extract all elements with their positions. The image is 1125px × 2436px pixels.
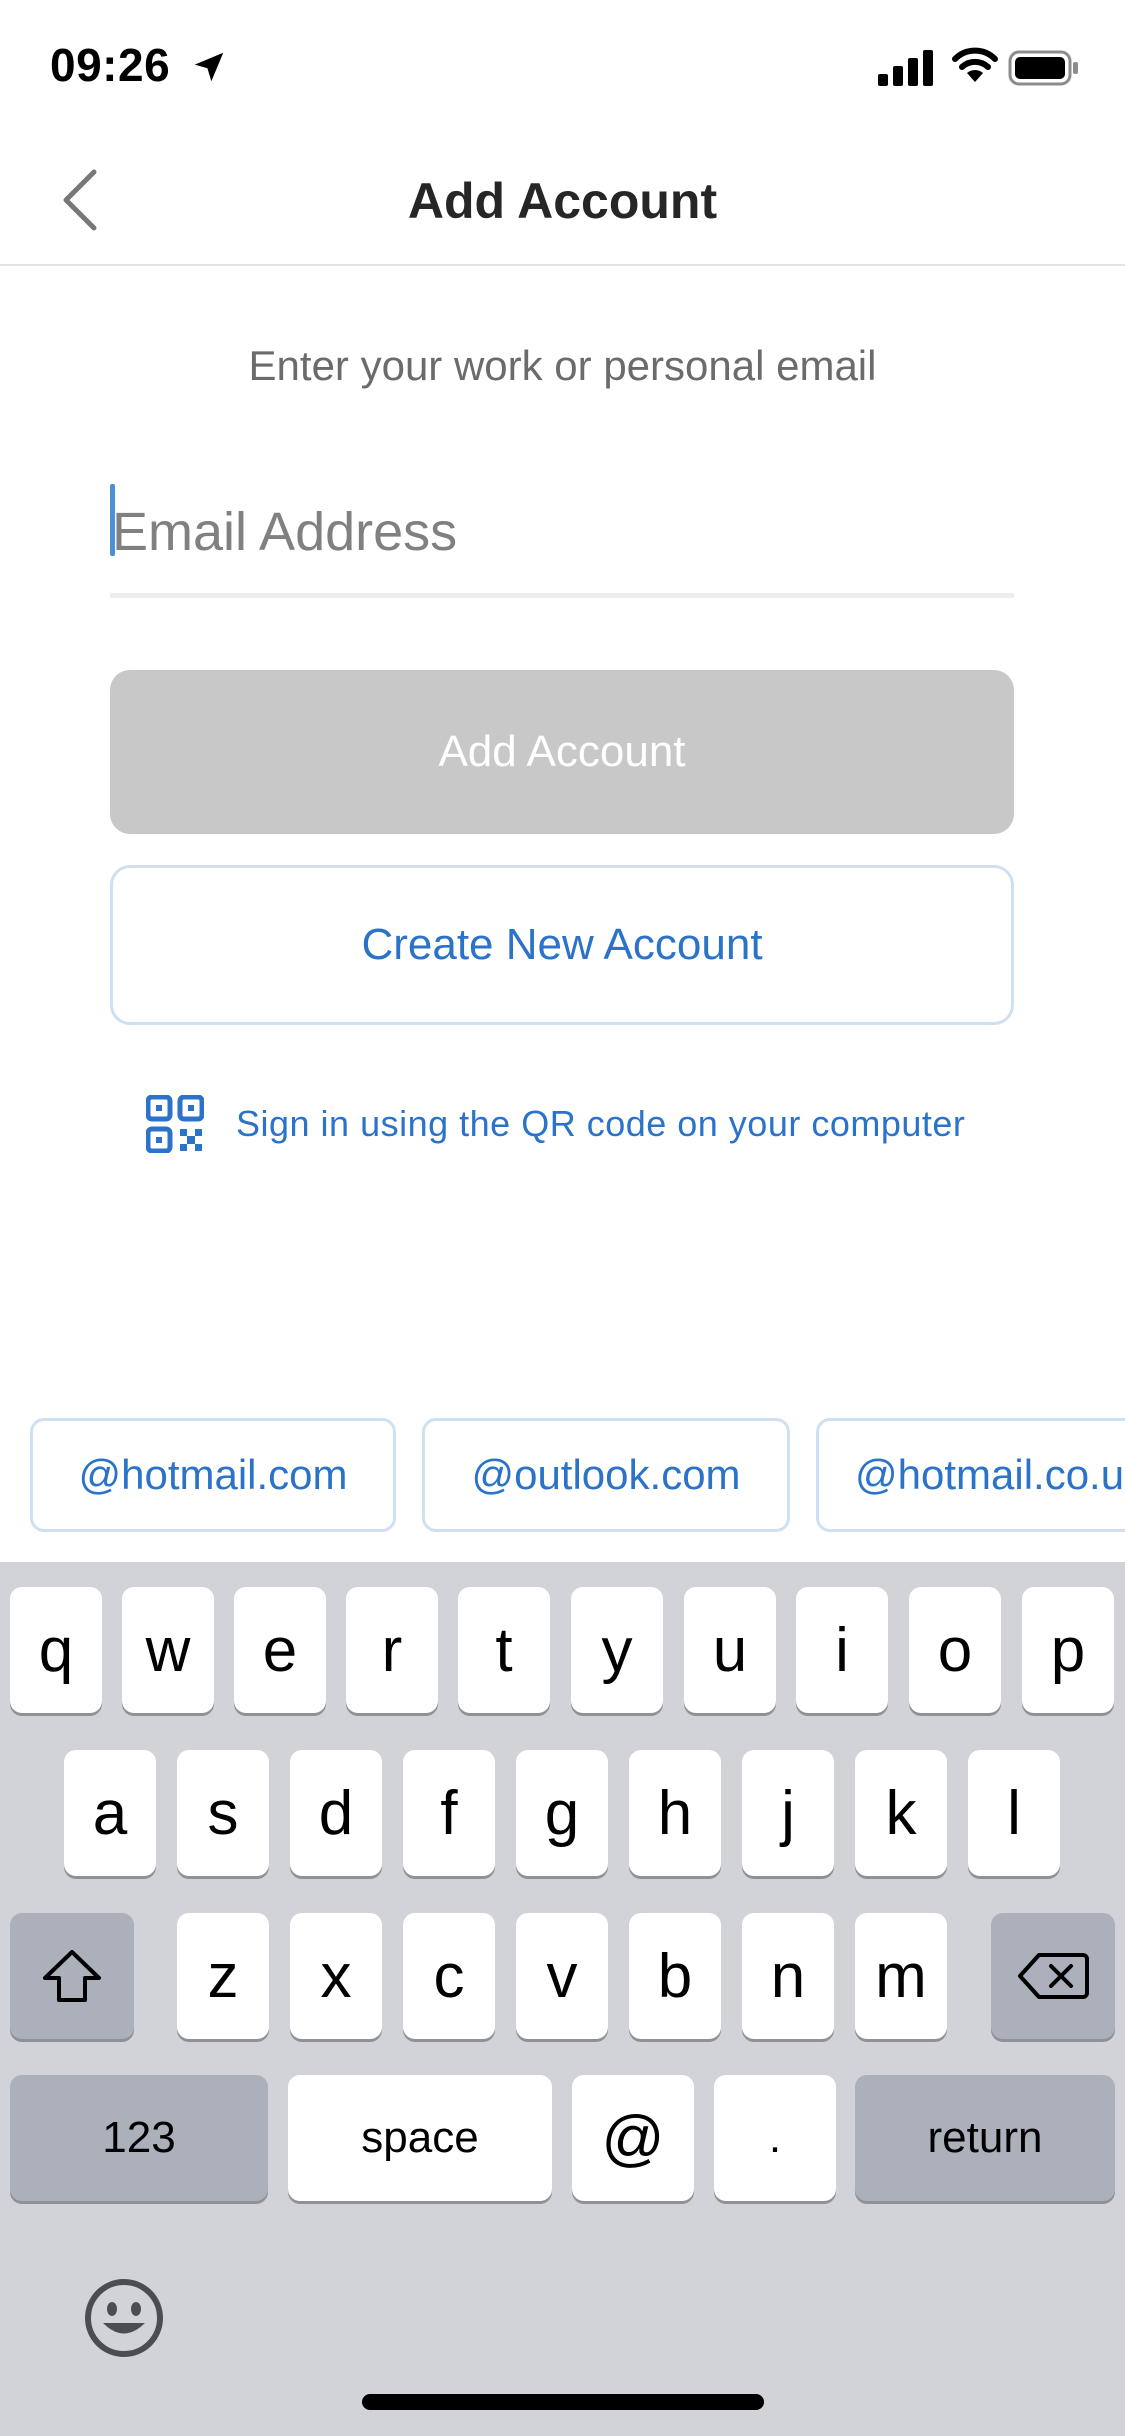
key-w[interactable]: w — [122, 1587, 214, 1713]
nav-bar: Add Account — [0, 140, 1125, 266]
key-o[interactable]: o — [909, 1587, 1001, 1713]
key-r[interactable]: r — [346, 1587, 438, 1713]
key-z[interactable]: z — [177, 1913, 269, 2039]
suggestion-chip-outlook[interactable]: @outlook.com — [422, 1418, 790, 1532]
key-v[interactable]: v — [516, 1913, 608, 2039]
email-prompt: Enter your work or personal email — [248, 342, 877, 389]
email-field[interactable] — [110, 470, 1014, 593]
screen: 09:26 Add Account Enter your work or per… — [0, 0, 1125, 2436]
period-key[interactable]: . — [714, 2075, 836, 2201]
key-e[interactable]: e — [234, 1587, 326, 1713]
add-account-button[interactable]: Add Account — [110, 670, 1014, 834]
status-time: 09:26 — [50, 39, 171, 91]
key-t[interactable]: t — [458, 1587, 550, 1713]
key-q[interactable]: q — [10, 1587, 102, 1713]
at-key[interactable]: @ — [572, 2075, 694, 2201]
key-y[interactable]: y — [571, 1587, 663, 1713]
key-n[interactable]: n — [742, 1913, 834, 2039]
space-key[interactable]: space — [288, 2075, 552, 2201]
key-d[interactable]: d — [290, 1750, 382, 1876]
return-key[interactable]: return — [855, 2075, 1115, 2201]
qr-sign-in-label: Sign in using the QR code on your comput… — [236, 1103, 966, 1144]
key-h[interactable]: h — [629, 1750, 721, 1876]
create-new-account-button[interactable]: Create New Account — [110, 865, 1014, 1025]
emoji-smiley-icon[interactable] — [82, 2276, 166, 2360]
key-p[interactable]: p — [1022, 1587, 1114, 1713]
wifi-icon — [952, 47, 998, 82]
page-title: Add Account — [407, 173, 718, 229]
key-g[interactable]: g — [516, 1750, 608, 1876]
key-f[interactable]: f — [403, 1750, 495, 1876]
home-indicator — [362, 2394, 764, 2410]
qr-code-icon — [146, 1095, 204, 1153]
delete-key[interactable] — [991, 1913, 1115, 2039]
key-a[interactable]: a — [64, 1750, 156, 1876]
suggestion-chip-hotmail-co-uk[interactable]: @hotmail.co.u — [816, 1418, 1125, 1532]
suggestion-chip-hotmail[interactable]: @hotmail.com — [30, 1418, 396, 1532]
key-l[interactable]: l — [968, 1750, 1060, 1876]
key-u[interactable]: u — [684, 1587, 776, 1713]
key-m[interactable]: m — [855, 1913, 947, 2039]
key-k[interactable]: k — [855, 1750, 947, 1876]
shift-key[interactable] — [10, 1913, 134, 2039]
key-b[interactable]: b — [629, 1913, 721, 2039]
key-i[interactable]: i — [796, 1587, 888, 1713]
email-field-container — [110, 470, 1014, 598]
numbers-key[interactable]: 123 — [10, 2075, 268, 2201]
delete-backspace-icon — [1018, 1953, 1089, 1999]
status-bar: 09:26 — [0, 0, 1125, 140]
domain-suggestions: @hotmail.com @outlook.com @hotmail.co.u — [30, 1418, 1125, 1534]
key-x[interactable]: x — [290, 1913, 382, 2039]
location-arrow-icon — [194, 52, 224, 82]
battery-icon — [1008, 50, 1078, 86]
text-caret — [110, 484, 115, 556]
cell-signal-icon — [878, 50, 933, 86]
qr-sign-in-link[interactable]: Sign in using the QR code on your comput… — [146, 1094, 965, 1154]
key-s[interactable]: s — [177, 1750, 269, 1876]
key-j[interactable]: j — [742, 1750, 834, 1876]
key-c[interactable]: c — [403, 1913, 495, 2039]
shift-arrow-icon — [43, 1950, 101, 2002]
